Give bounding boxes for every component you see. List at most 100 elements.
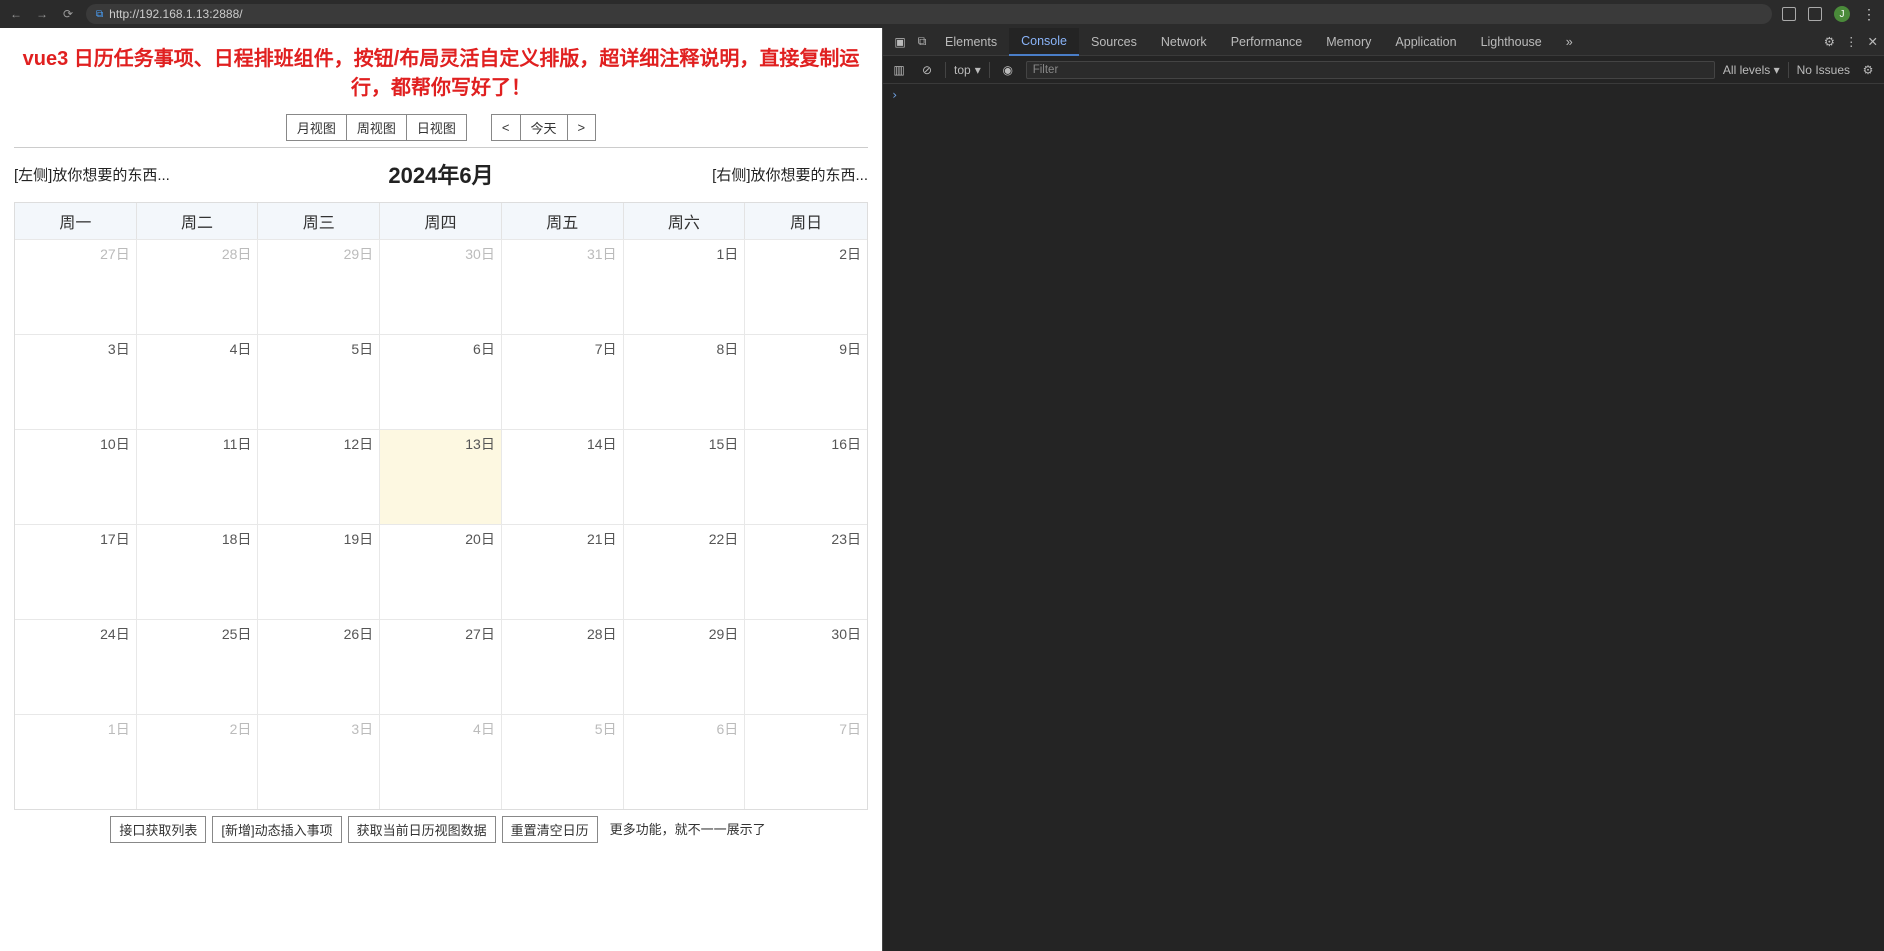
calendar-cell[interactable]: 6日 xyxy=(380,334,502,429)
site-info-icon[interactable]: ⧉ xyxy=(96,9,103,20)
devtools-tab-more[interactable]: » xyxy=(1554,28,1585,56)
calendar-cell[interactable]: 16日 xyxy=(745,429,867,524)
devtools-settings-icon[interactable]: ⚙ xyxy=(1824,34,1835,49)
calendar-cell[interactable]: 10日 xyxy=(15,429,137,524)
day-number: 3日 xyxy=(351,719,373,739)
calendar-cell[interactable]: 8日 xyxy=(624,334,746,429)
calendar-cell[interactable]: 3日 xyxy=(258,714,380,809)
devtools-menu-icon[interactable]: ⋮ xyxy=(1845,34,1858,49)
calendar-cell[interactable]: 19日 xyxy=(258,524,380,619)
calendar-cell[interactable]: 14日 xyxy=(502,429,624,524)
devtools-tab-network[interactable]: Network xyxy=(1149,28,1219,56)
calendar-cell[interactable]: 6日 xyxy=(624,714,746,809)
responsive-icon[interactable] xyxy=(1782,7,1796,21)
calendar-cell[interactable]: 2日 xyxy=(745,239,867,334)
day-number: 21日 xyxy=(587,529,617,549)
next-button[interactable]: > xyxy=(568,114,597,141)
devtools-tab-elements[interactable]: Elements xyxy=(933,28,1009,56)
calendar-cell[interactable]: 27日 xyxy=(380,619,502,714)
today-button[interactable]: 今天 xyxy=(521,114,568,141)
url-text: http://192.168.1.13:2888/ xyxy=(109,7,242,21)
calendar-cell[interactable]: 24日 xyxy=(15,619,137,714)
inspect-icon[interactable]: ▣ xyxy=(889,35,911,49)
console-sidebar-toggle-icon[interactable]: ▥ xyxy=(889,63,909,77)
devtools-tab-lighthouse[interactable]: Lighthouse xyxy=(1469,28,1554,56)
week-view-button[interactable]: 周视图 xyxy=(347,114,407,141)
weekday-header: 周一 xyxy=(15,203,137,239)
devtools-tabs: ▣ ⧉ ElementsConsoleSourcesNetworkPerform… xyxy=(883,28,1884,56)
calendar-cell[interactable]: 5日 xyxy=(258,334,380,429)
log-levels-selector[interactable]: All levels ▾ xyxy=(1723,63,1780,77)
devtools-close-icon[interactable]: ✕ xyxy=(1868,34,1878,49)
calendar-cell[interactable]: 30日 xyxy=(745,619,867,714)
calendar-cell[interactable]: 4日 xyxy=(137,334,259,429)
calendar-cell[interactable]: 22日 xyxy=(624,524,746,619)
calendar-cell[interactable]: 1日 xyxy=(15,714,137,809)
calendar-cell[interactable]: 23日 xyxy=(745,524,867,619)
calendar-cell[interactable]: 15日 xyxy=(624,429,746,524)
day-number: 10日 xyxy=(100,434,130,454)
calendar-cell[interactable]: 18日 xyxy=(137,524,259,619)
calendar-cell[interactable]: 30日 xyxy=(380,239,502,334)
devtools-tab-console[interactable]: Console xyxy=(1009,28,1079,56)
calendar-cell[interactable]: 3日 xyxy=(15,334,137,429)
day-number: 25日 xyxy=(222,624,252,644)
context-selector[interactable]: top ▾ xyxy=(954,63,981,77)
devtools-tab-application[interactable]: Application xyxy=(1383,28,1468,56)
get-view-data-button[interactable]: 获取当前日历视图数据 xyxy=(348,816,496,843)
calendar-cell[interactable]: 13日 xyxy=(380,429,502,524)
calendar-cell[interactable]: 5日 xyxy=(502,714,624,809)
day-number: 4日 xyxy=(230,339,252,359)
calendar-cell[interactable]: 29日 xyxy=(624,619,746,714)
month-view-button[interactable]: 月视图 xyxy=(286,114,347,141)
chevron-down-icon: ▾ xyxy=(975,63,981,77)
console-settings-icon[interactable]: ⚙ xyxy=(1858,63,1878,77)
more-note: 更多功能，就不一一展示了 xyxy=(604,816,772,843)
calendar-cell[interactable]: 29日 xyxy=(258,239,380,334)
day-number: 5日 xyxy=(351,339,373,359)
prev-button[interactable]: < xyxy=(491,114,521,141)
profile-avatar[interactable]: J xyxy=(1834,6,1850,22)
browser-menu-icon[interactable]: ⋮ xyxy=(1862,6,1876,23)
view-mode-group: 月视图 周视图 日视图 xyxy=(286,114,467,141)
calendar-cell[interactable]: 7日 xyxy=(745,714,867,809)
calendar-cell[interactable]: 17日 xyxy=(15,524,137,619)
calendar-cell[interactable]: 25日 xyxy=(137,619,259,714)
day-number: 5日 xyxy=(595,719,617,739)
url-bar[interactable]: ⧉ http://192.168.1.13:2888/ xyxy=(86,4,1772,24)
nav-reload-icon[interactable]: ⟳ xyxy=(60,7,76,21)
fetch-list-button[interactable]: 接口获取列表 xyxy=(110,816,206,843)
day-number: 11日 xyxy=(223,434,252,454)
calendar-cell[interactable]: 27日 xyxy=(15,239,137,334)
calendar-cell[interactable]: 4日 xyxy=(380,714,502,809)
calendar-cell[interactable]: 21日 xyxy=(502,524,624,619)
calendar-cell[interactable]: 20日 xyxy=(380,524,502,619)
nav-forward-icon[interactable]: → xyxy=(34,7,50,21)
calendar-body: 27日28日29日30日31日1日2日3日4日5日6日7日8日9日10日11日1… xyxy=(15,239,867,809)
extensions-icon[interactable] xyxy=(1808,7,1822,21)
day-number: 15日 xyxy=(709,434,739,454)
console-filter-input[interactable]: Filter xyxy=(1026,61,1715,79)
calendar-cell[interactable]: 12日 xyxy=(258,429,380,524)
calendar-cell[interactable]: 2日 xyxy=(137,714,259,809)
calendar-cell[interactable]: 28日 xyxy=(502,619,624,714)
add-event-button[interactable]: [新增]动态插入事项 xyxy=(212,816,341,843)
calendar-cell[interactable]: 31日 xyxy=(502,239,624,334)
console-clear-icon[interactable]: ⊘ xyxy=(917,63,937,77)
calendar-cell[interactable]: 1日 xyxy=(624,239,746,334)
devtools-tab-memory[interactable]: Memory xyxy=(1314,28,1383,56)
device-toggle-icon[interactable]: ⧉ xyxy=(911,34,933,49)
day-number: 16日 xyxy=(831,434,861,454)
console-body[interactable]: › xyxy=(883,84,1884,951)
reset-button[interactable]: 重置清空日历 xyxy=(502,816,598,843)
devtools-tab-performance[interactable]: Performance xyxy=(1219,28,1315,56)
calendar-cell[interactable]: 9日 xyxy=(745,334,867,429)
day-view-button[interactable]: 日视图 xyxy=(407,114,467,141)
live-expression-icon[interactable]: ◉ xyxy=(998,63,1018,77)
calendar-cell[interactable]: 11日 xyxy=(137,429,259,524)
calendar-cell[interactable]: 7日 xyxy=(502,334,624,429)
nav-back-icon[interactable]: ← xyxy=(8,7,24,21)
calendar-cell[interactable]: 28日 xyxy=(137,239,259,334)
devtools-tab-sources[interactable]: Sources xyxy=(1079,28,1149,56)
calendar-cell[interactable]: 26日 xyxy=(258,619,380,714)
